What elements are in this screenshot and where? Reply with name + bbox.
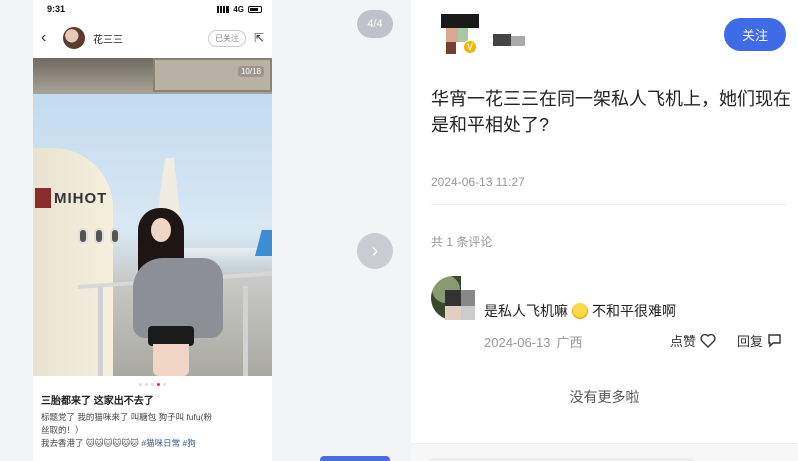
phone-screenshot: 9:31 4G ‹ 花三三 已关注 ⇱ MIHOT 10/18 三胎都来了 这家… (33, 0, 272, 461)
heart-icon (700, 333, 716, 348)
brand-mark-icon (35, 188, 51, 208)
post-photo: MIHOT 10/18 (33, 58, 272, 376)
no-more-label: 没有更多啦 (569, 389, 640, 405)
battery-icon (248, 5, 262, 13)
photo-dots (33, 376, 272, 392)
next-image-button[interactable]: › (357, 233, 393, 269)
page-indicator: 4/4 (357, 10, 393, 38)
comment-meta: 2024-06-13 广西 (484, 332, 583, 351)
post-body: 标题党了 我的猫咪来了 叫糖包 狗子叫 fufu(粉 丝取的！） 我去香港了 🐱… (41, 412, 212, 448)
gallery-bottom-button[interactable] (320, 456, 390, 461)
divider (431, 204, 787, 205)
post-title-text: 华宵一花三三在同一架私人飞机上，她们现在是和平相处了? (431, 89, 791, 135)
comment-date: 2024-06-13 (484, 335, 551, 350)
post-date: 2024-06-13 11:27 (431, 175, 525, 189)
fuselage-logo: MIHOT (33, 188, 119, 208)
post-title: 三胎都来了 这家出不去了 (41, 396, 154, 407)
commenter-avatar[interactable] (431, 276, 475, 320)
status-time: 9:31 (47, 4, 66, 14)
follow-button[interactable]: 关注 (724, 18, 786, 51)
comment-bubble-icon (768, 334, 781, 348)
back-arrow-icon: ‹ (41, 29, 47, 46)
comment-text: 是私人飞机嘛 不和平很难啊 (484, 303, 676, 319)
verified-badge-icon: V (463, 40, 477, 54)
status-bar: 9:31 4G (33, 0, 272, 18)
image-gallery: 9:31 4G ‹ 花三三 已关注 ⇱ MIHOT 10/18 三胎都来了 这家… (0, 0, 411, 461)
chevron-right-icon: › (371, 239, 379, 262)
comment-location: 广西 (556, 335, 583, 350)
comment-count: 共 1 条评论 (431, 235, 493, 249)
signal-icon (217, 5, 230, 13)
share-icon: ⇱ (253, 31, 264, 45)
smile-emoji-icon (572, 303, 588, 319)
reply-button[interactable]: 回复 (737, 331, 782, 350)
author-avatar[interactable]: V (441, 14, 479, 54)
post-detail-panel: V 关注 华宵一花三三在同一架私人飞机上，她们现在是和平相处了? 2024-06… (411, 0, 798, 461)
phone-nav-bar: ‹ 花三三 已关注 ⇱ (33, 18, 272, 58)
author-name-redacted[interactable] (493, 34, 527, 46)
cabin-windows (78, 228, 120, 244)
phone-author-name: 花三三 (93, 34, 123, 46)
photo-counter: 10/18 (237, 66, 264, 77)
phone-author-avatar (63, 27, 85, 49)
like-button[interactable]: 点赞 (670, 331, 716, 350)
network-label: 4G (233, 4, 244, 14)
phone-follow-status: 已关注 (207, 29, 246, 47)
